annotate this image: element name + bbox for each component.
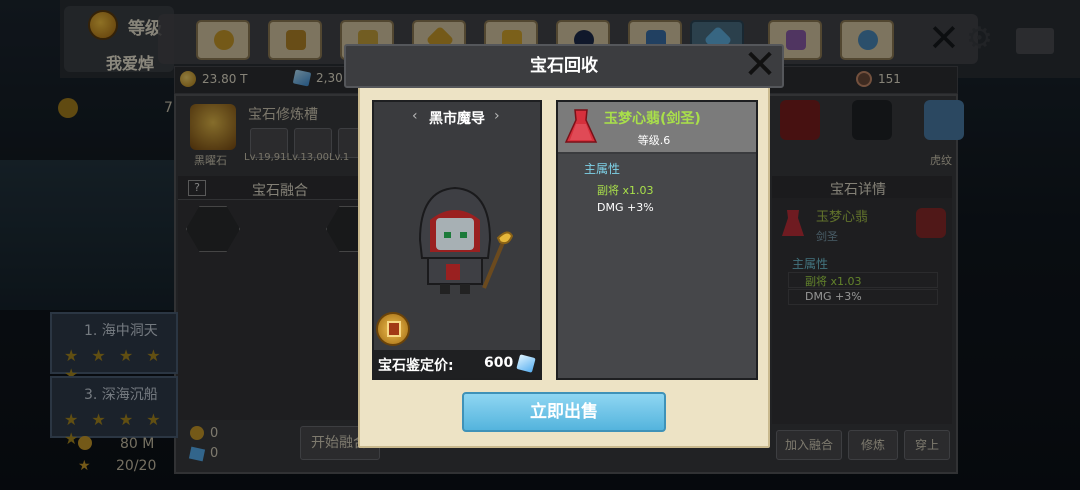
gem-info-name: 玉梦心翡(剑圣) [604, 111, 701, 127]
gem-dress-icon [564, 109, 598, 143]
price-label: 宝石鉴定价: [378, 358, 454, 374]
main-attr-2: DMG +3% [597, 201, 654, 214]
dialog-title: 宝石回收 [530, 56, 598, 76]
sell-now-button[interactable]: 立即出售 [462, 392, 666, 432]
main-attr-title: 主属性 [584, 162, 621, 176]
scroll-icon[interactable] [376, 312, 410, 346]
close-icon[interactable]: ✕ [740, 45, 780, 86]
chevron-right-icon[interactable]: › [494, 108, 500, 124]
gem-info-body [558, 154, 756, 378]
merchant-name: 黑市魔导 [429, 111, 485, 127]
gem-info-level: 等级.6 [637, 134, 671, 147]
price-value: 600 [484, 355, 514, 371]
main-attr-1: 副将 x1.03 [597, 184, 654, 197]
merchant-character [418, 186, 514, 294]
